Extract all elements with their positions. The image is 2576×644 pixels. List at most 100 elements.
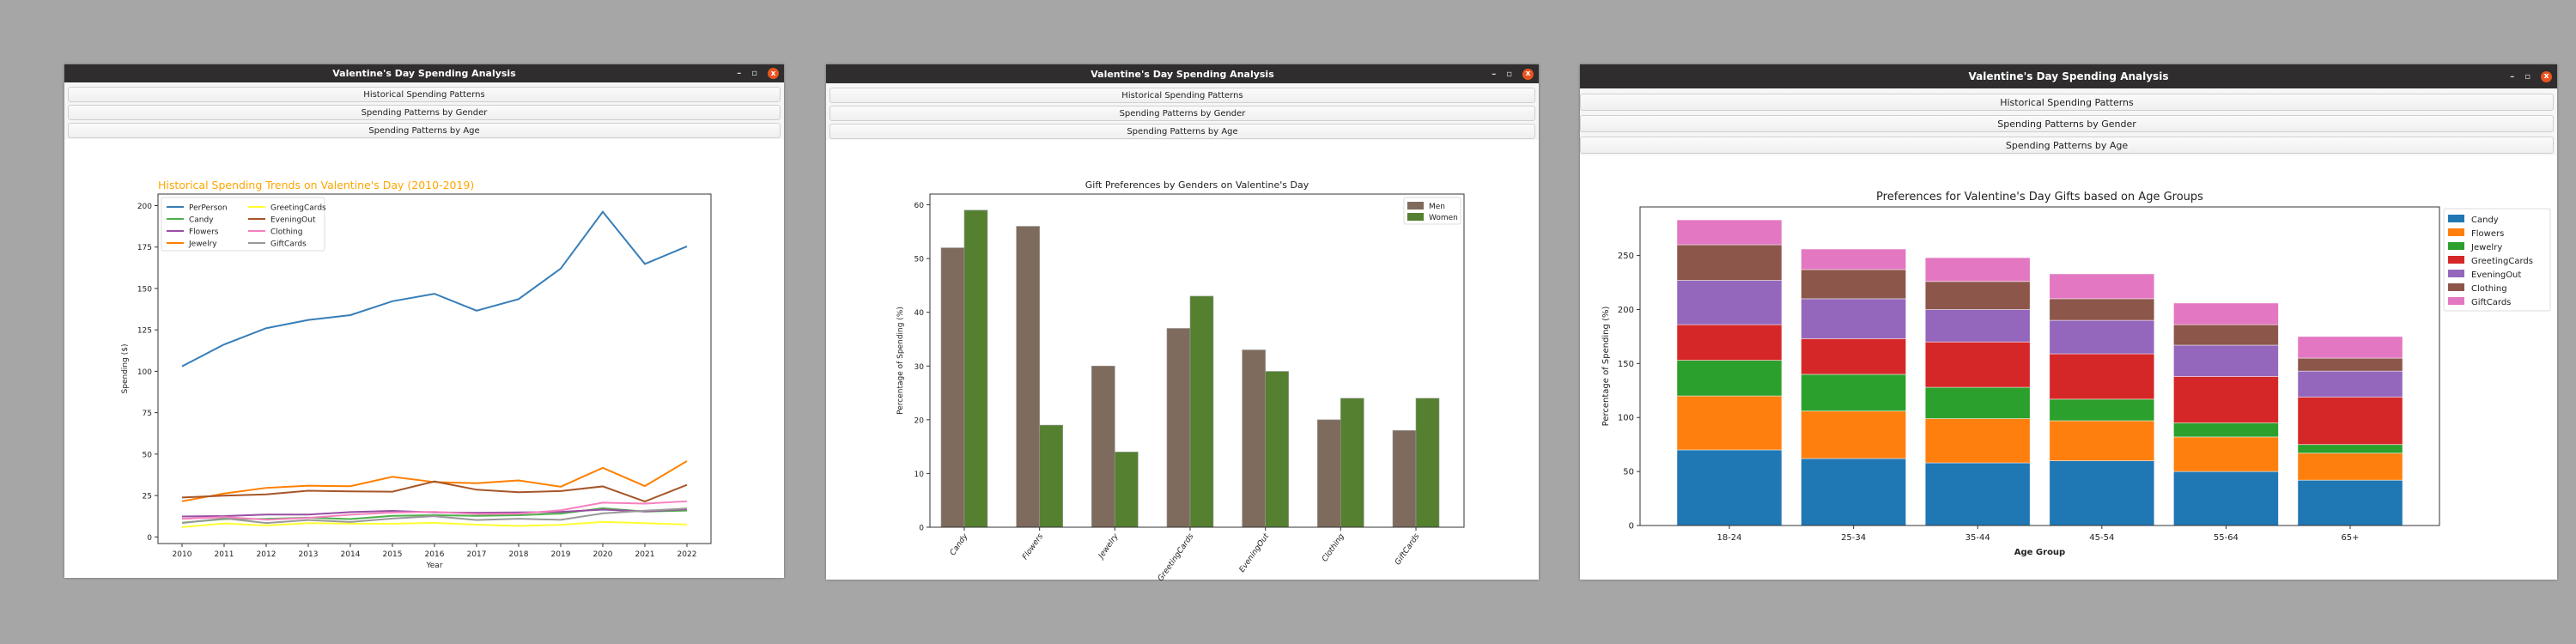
bar-men-candy xyxy=(940,247,965,528)
legend-label: GreetingCards xyxy=(270,204,326,213)
bar-segment-giftcards-35-44 xyxy=(1924,257,2031,283)
x-tick-label: 18-24 xyxy=(1716,533,1741,543)
x-tick-label: 55-64 xyxy=(2214,533,2239,543)
legend-label: Clothing xyxy=(2471,284,2507,294)
x-tick-label: GiftCards xyxy=(1394,532,1422,567)
x-tick-label: 2016 xyxy=(425,550,445,559)
x-tick-label: 2010 xyxy=(173,550,192,559)
bar-segment-flowers-35-44 xyxy=(1924,418,2031,464)
x-tick-label: 2013 xyxy=(299,550,319,559)
bar-segment-eveningout-35-44 xyxy=(1924,309,2031,343)
bar-segment-eveningout-18-24 xyxy=(1676,280,1783,325)
bar-segment-candy-45-54 xyxy=(2049,460,2155,526)
legend-label: Women xyxy=(1429,214,1458,222)
bar-men-flowers xyxy=(1016,226,1040,528)
x-tick-label: Flowers xyxy=(1021,532,1045,562)
legend-label: Candy xyxy=(189,216,214,225)
legend-label: GiftCards xyxy=(270,240,307,249)
bar-segment-clothing-25-34 xyxy=(1801,269,1907,300)
gender-bar-chart: Gift Preferences by Genders on Valentine… xyxy=(896,179,1465,583)
x-axis-label: Year xyxy=(425,562,442,570)
legend-label: GiftCards xyxy=(2471,298,2511,307)
bar-segment-greetingcards-45-54 xyxy=(2049,353,2155,400)
y-tick-label: 175 xyxy=(137,244,152,252)
y-tick-label: 100 xyxy=(1618,414,1634,423)
x-tick-label: 35-44 xyxy=(1965,533,1990,543)
x-tick-label: 25-34 xyxy=(1841,533,1866,543)
x-tick-label: 45-54 xyxy=(2089,533,2114,543)
x-tick-label: 2015 xyxy=(383,550,403,559)
x-tick-label: 2021 xyxy=(635,550,655,559)
legend-swatch xyxy=(2448,270,2464,277)
legend-swatch xyxy=(1407,202,1424,210)
legend-label: Flowers xyxy=(2471,229,2504,239)
bar-women-giftcards xyxy=(1415,398,1440,528)
x-tick-label: EveningOut xyxy=(1238,532,1272,574)
chart-title: Historical Spending Trends on Valentine'… xyxy=(158,179,474,191)
bar-segment-clothing-55-64 xyxy=(2173,324,2279,346)
bar-segment-greetingcards-18-24 xyxy=(1676,324,1783,361)
bar-segment-giftcards-65+ xyxy=(2297,336,2403,359)
bar-men-jewelry xyxy=(1091,365,1115,528)
y-tick-label: 125 xyxy=(137,327,152,336)
bar-segment-clothing-35-44 xyxy=(1924,281,2031,310)
legend-swatch xyxy=(2448,228,2464,236)
bar-segment-flowers-65+ xyxy=(2297,453,2403,481)
y-tick-label: 50 xyxy=(1623,468,1634,477)
bar-segment-jewelry-45-54 xyxy=(2049,398,2155,422)
bar-segment-flowers-45-54 xyxy=(2049,420,2155,461)
bar-segment-greetingcards-55-64 xyxy=(2173,376,2279,423)
y-tick-label: 50 xyxy=(914,256,925,264)
x-tick-label: 2014 xyxy=(341,550,361,559)
y-tick-label: 150 xyxy=(137,285,152,294)
bar-segment-jewelry-18-24 xyxy=(1676,360,1783,397)
bar-segment-eveningout-55-64 xyxy=(2173,344,2279,377)
x-tick-label: GreetingCards xyxy=(1157,532,1196,583)
y-axis-label: Percentage of Spending (%) xyxy=(1601,307,1611,427)
bar-segment-giftcards-45-54 xyxy=(2049,273,2155,300)
y-tick-label: 0 xyxy=(919,525,924,533)
legend-label: Jewelry xyxy=(2470,243,2502,252)
chart-title: Gift Preferences by Genders on Valentine… xyxy=(1085,179,1309,191)
window-historical: Valentine's Day Spending Analysis – ▫ x … xyxy=(64,64,784,578)
y-tick-label: 200 xyxy=(1618,306,1634,315)
bar-segment-jewelry-25-34 xyxy=(1801,374,1907,412)
bar-segment-eveningout-65+ xyxy=(2297,370,2403,398)
x-tick-label: 2022 xyxy=(677,550,697,559)
legend-swatch xyxy=(1407,213,1424,221)
x-tick-label: Clothing xyxy=(1321,532,1346,564)
bar-segment-giftcards-18-24 xyxy=(1676,219,1783,246)
y-tick-label: 0 xyxy=(147,534,152,543)
y-tick-label: 60 xyxy=(914,202,925,210)
bar-segment-clothing-65+ xyxy=(2297,357,2403,372)
bar-segment-greetingcards-35-44 xyxy=(1924,341,2031,388)
chart-title: Preferences for Valentine's Day Gifts ba… xyxy=(1876,191,2203,204)
y-tick-label: 250 xyxy=(1618,252,1634,261)
bar-segment-candy-25-34 xyxy=(1801,458,1907,526)
y-tick-label: 30 xyxy=(914,363,925,372)
bar-men-giftcards xyxy=(1392,430,1417,528)
series-line-eveningout xyxy=(181,480,688,503)
legend-label: EveningOut xyxy=(270,216,316,225)
legend-label: Candy xyxy=(2471,216,2499,225)
legend-label: Men xyxy=(1429,203,1445,211)
y-tick-label: 150 xyxy=(1618,360,1634,369)
age-stacked-bar-chart: Preferences for Valentine's Day Gifts ba… xyxy=(1601,191,2551,557)
x-axis-label: Age Group xyxy=(2014,548,2065,557)
legend-swatch xyxy=(2448,283,2464,291)
legend-label: Flowers xyxy=(189,228,219,237)
bar-women-clothing xyxy=(1340,398,1364,528)
x-tick-label: 2011 xyxy=(215,550,234,559)
bar-segment-greetingcards-25-34 xyxy=(1801,338,1907,375)
bar-segment-candy-18-24 xyxy=(1676,449,1783,526)
y-tick-label: 40 xyxy=(914,309,925,318)
legend-swatch xyxy=(2448,256,2464,264)
bar-segment-eveningout-45-54 xyxy=(2049,319,2155,355)
x-tick-label: 2012 xyxy=(257,550,276,559)
bar-men-clothing xyxy=(1317,419,1341,528)
y-tick-label: 50 xyxy=(143,451,153,459)
legend-swatch xyxy=(2448,242,2464,250)
legend-label: GreetingCards xyxy=(2471,257,2533,266)
y-tick-label: 10 xyxy=(914,471,925,479)
x-tick-label: 2020 xyxy=(593,550,613,559)
